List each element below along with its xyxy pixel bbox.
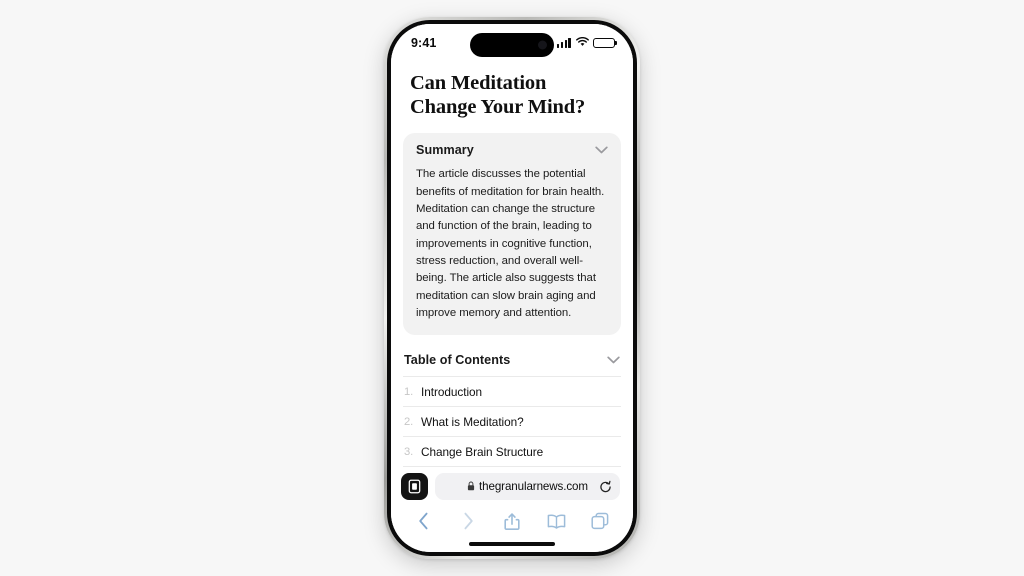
table-of-contents-item[interactable]: 3. Change Brain Structure: [403, 436, 621, 466]
url-input[interactable]: thegranularnews.com: [435, 473, 620, 500]
iphone-device-frame: 9:41 Can Meditation Change Your Mind? Su…: [384, 17, 640, 559]
table-of-contents-item-label: Change Brain Structure: [421, 444, 544, 459]
url-text: thegranularnews.com: [479, 480, 588, 493]
back-button[interactable]: [413, 510, 435, 532]
reader-mode-icon[interactable]: [401, 473, 428, 500]
table-of-contents-header[interactable]: Table of Contents: [403, 351, 621, 376]
wifi-icon: [575, 34, 589, 52]
phone-bezel: 9:41 Can Meditation Change Your Mind? Su…: [387, 20, 637, 556]
tabs-button[interactable]: [589, 510, 611, 532]
table-of-contents-item[interactable]: 1. Introduction: [403, 376, 621, 406]
phone-screen: 9:41 Can Meditation Change Your Mind? Su…: [391, 24, 633, 552]
url-content: thegranularnews.com: [467, 478, 588, 496]
cellular-signal-icon: [556, 38, 571, 48]
summary-card-header[interactable]: Summary: [416, 143, 608, 157]
forward-button[interactable]: [457, 510, 479, 532]
table-of-contents-item[interactable]: 2. What is Meditation?: [403, 406, 621, 436]
status-bar: 9:41: [391, 24, 633, 62]
bookmarks-button[interactable]: [545, 510, 567, 532]
share-button[interactable]: [501, 510, 523, 532]
table-of-contents-list: 1. Introduction 2. What is Meditation? 3. Cha…: [403, 376, 621, 468]
home-indicator: [469, 542, 555, 546]
table-of-contents-item-label: What is Meditation?: [421, 414, 524, 429]
table-of-contents-item-number: 2.: [404, 415, 414, 428]
summary-card-title: Summary: [416, 143, 474, 158]
status-bar-time: 9:41: [411, 36, 437, 50]
status-bar-indicators: [556, 34, 615, 52]
table-of-contents-section: Table of Contents 1. Introduction 2. What i…: [391, 351, 633, 468]
safari-browser-bar: thegranularnews.com: [391, 468, 633, 552]
table-of-contents-title: Table of Contents: [404, 353, 511, 368]
table-of-contents-item-label: Introduction: [421, 384, 483, 399]
front-camera-dot: [538, 40, 547, 50]
table-of-contents-item[interactable]: 4.Strengthen Brain Networks: [403, 466, 621, 468]
lock-icon: [467, 478, 475, 496]
safari-toolbar: [391, 504, 633, 536]
url-bar-row: thegranularnews.com: [391, 468, 633, 504]
dynamic-island: [470, 33, 554, 57]
chevron-down-icon[interactable]: [595, 146, 608, 154]
summary-card[interactable]: Summary The article discusses the potent…: [403, 133, 621, 336]
chevron-down-icon[interactable]: [607, 356, 620, 364]
table-of-contents-item-number: 1.: [404, 385, 414, 398]
summary-body-text: The article discusses the potential bene…: [416, 168, 605, 319]
article-title: Can Meditation Change Your Mind?: [410, 72, 586, 119]
reload-icon[interactable]: [599, 480, 612, 493]
table-of-contents-item-number: 3.: [404, 445, 414, 458]
web-page-content: Can Meditation Change Your Mind? Summary…: [391, 62, 633, 468]
battery-full-icon: [593, 37, 615, 49]
